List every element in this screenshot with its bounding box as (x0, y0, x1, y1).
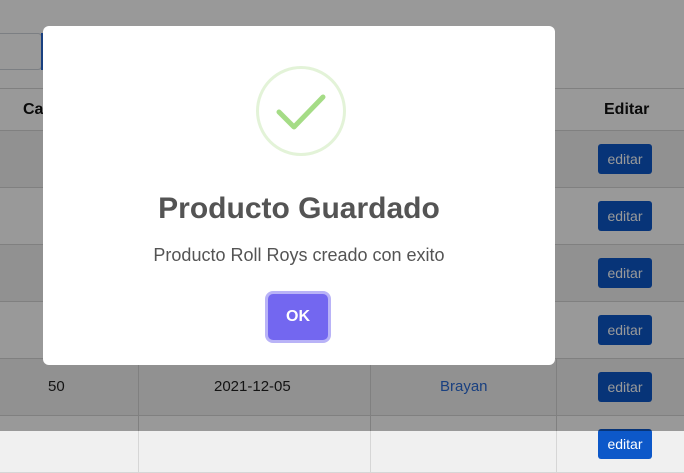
dialog-message: Producto Roll Roys creado con exito (153, 245, 445, 265)
edit-button[interactable]: editar (598, 429, 652, 459)
ok-button[interactable]: OK (268, 294, 328, 340)
dialog-title: Producto Guardado (158, 192, 440, 225)
success-check-icon (256, 66, 346, 156)
success-dialog: Producto Guardado Producto Roll Roys cre… (43, 26, 555, 365)
checkmark-icon (276, 94, 326, 130)
modal-backdrop[interactable]: Producto Guardado Producto Roll Roys cre… (0, 0, 684, 431)
